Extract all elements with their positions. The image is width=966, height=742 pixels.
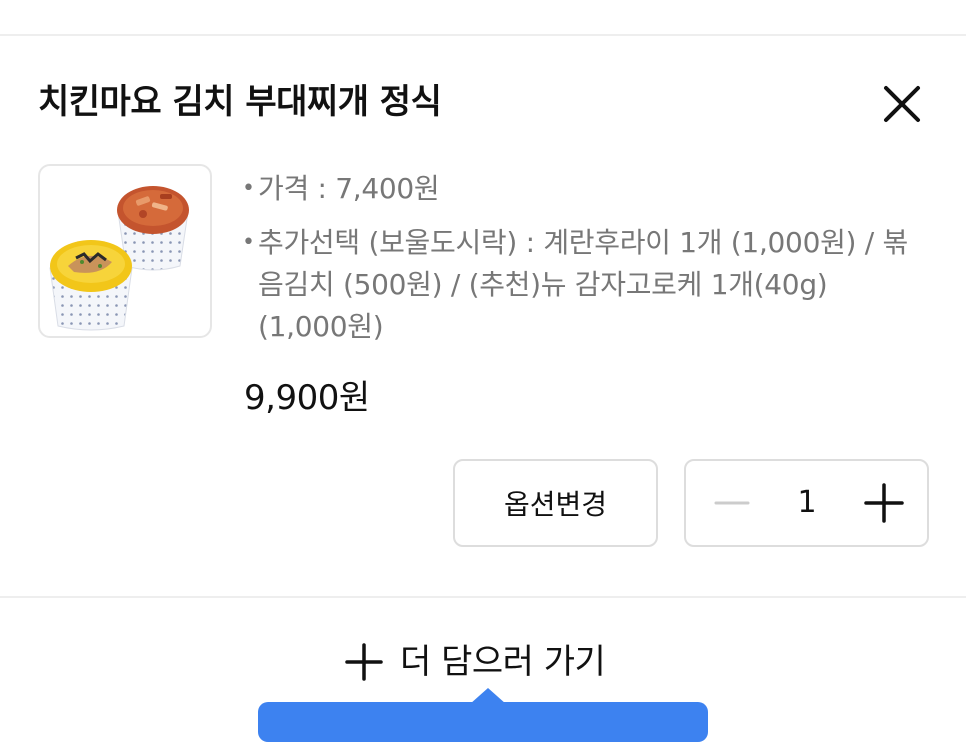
section-divider bbox=[0, 596, 966, 598]
bullet: • bbox=[242, 230, 255, 255]
option-detail: • 추가선택 (보울도시락) : 계란후라이 1개 (1,000원) / 볶음김… bbox=[242, 222, 910, 348]
food-image bbox=[49, 186, 189, 331]
quantity-stepper: 1 bbox=[684, 459, 929, 547]
plus-icon bbox=[345, 643, 383, 681]
quantity-value: 1 bbox=[797, 485, 817, 520]
add-more-label: 더 담으러 가기 bbox=[400, 642, 606, 682]
decrease-button[interactable] bbox=[706, 477, 758, 529]
add-more-button[interactable]: 더 담으러 가기 bbox=[344, 636, 606, 688]
bullet: • bbox=[242, 176, 255, 201]
close-button[interactable] bbox=[878, 80, 926, 128]
top-divider bbox=[0, 34, 966, 36]
price-detail: • 가격 : 7,400원 bbox=[242, 168, 910, 210]
item-details: • 가격 : 7,400원 • 추가선택 (보울도시락) : 계란후라이 1개 … bbox=[242, 168, 910, 360]
option-detail-text: 추가선택 (보울도시락) : 계란후라이 1개 (1,000원) / 볶음김치 … bbox=[258, 226, 908, 343]
total-price: 9,900원 bbox=[244, 378, 370, 418]
minus-icon bbox=[714, 501, 750, 505]
item-thumbnail bbox=[38, 164, 212, 338]
increase-button[interactable] bbox=[858, 477, 910, 529]
item-title: 치킨마요 김치 부대찌개 정식 bbox=[38, 82, 442, 122]
tooltip-bubble bbox=[258, 702, 708, 742]
option-change-button[interactable]: 옵션변경 bbox=[453, 459, 658, 547]
close-icon bbox=[884, 86, 920, 122]
price-detail-text: 가격 : 7,400원 bbox=[258, 172, 440, 205]
plus-icon bbox=[864, 483, 904, 523]
